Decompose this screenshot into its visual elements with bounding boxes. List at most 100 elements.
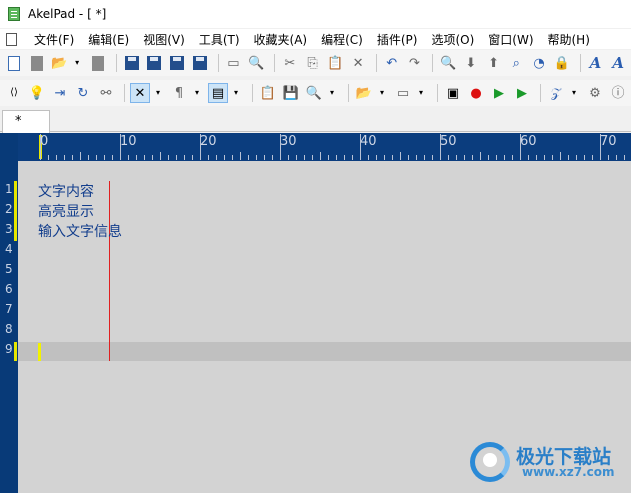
ruler-tick — [536, 155, 537, 160]
toolbar-separator — [375, 54, 377, 72]
ruler-tick — [568, 155, 569, 160]
show-pilcrow-button[interactable]: ¶ — [169, 83, 189, 103]
save-as-button[interactable] — [144, 53, 164, 73]
zoom-button[interactable]: 🔍 — [304, 83, 324, 103]
undo-button[interactable]: ↶ — [382, 53, 402, 73]
open-dropdown-button[interactable]: ▾ — [72, 53, 82, 73]
replace-button[interactable]: ⌕ — [506, 53, 526, 73]
ruler-tick — [304, 155, 305, 160]
menu-tools[interactable]: 工具(T) — [192, 31, 247, 48]
ruler-tick — [232, 155, 233, 160]
save-button[interactable] — [122, 53, 142, 73]
text-line-3[interactable]: 输入文字信息 — [38, 221, 122, 241]
macro-play-button[interactable]: ▶ — [489, 83, 509, 103]
save-all-button[interactable] — [167, 53, 187, 73]
menu-edit[interactable]: 编辑(E) — [81, 31, 136, 48]
menu-plugins[interactable]: 插件(P) — [370, 31, 425, 48]
ruler-tick — [344, 155, 345, 160]
ruler-tick — [488, 155, 489, 160]
layout-button[interactable]: ▤ — [208, 83, 228, 103]
menu-favorites[interactable]: 收藏夹(A) — [247, 31, 315, 48]
line-number: 8 — [5, 322, 13, 336]
print-preview-button[interactable]: 🔍 — [246, 53, 266, 73]
line-number: 9 — [5, 342, 13, 356]
new-window-button[interactable] — [27, 53, 47, 73]
delete-button[interactable]: ✕ — [348, 53, 368, 73]
ruler-tick — [64, 155, 65, 160]
menu-help[interactable]: 帮助(H) — [541, 31, 597, 48]
ruler-tick — [480, 152, 481, 160]
new-file-button[interactable] — [4, 53, 24, 73]
macro-record-button[interactable]: ● — [466, 83, 486, 103]
save-session-button[interactable] — [190, 53, 210, 73]
goto-button[interactable]: ◔ — [529, 53, 549, 73]
menu-coding[interactable]: 编程(C) — [314, 31, 370, 48]
recent-folder-dropdown[interactable]: ▾ — [377, 83, 387, 103]
text-line-1[interactable]: 文字内容 — [38, 181, 94, 201]
close-file-button[interactable] — [88, 53, 108, 73]
field-button[interactable]: ▭ — [393, 83, 413, 103]
zoom-icon: 🔍 — [305, 85, 323, 101]
document-icon[interactable] — [6, 32, 17, 46]
title-bar: AkelPad - [ *] — [0, 0, 631, 28]
find-next-button[interactable]: ⬇ — [461, 53, 481, 73]
script-dropdown[interactable]: ▾ — [569, 83, 579, 103]
highlight-button[interactable]: 💡 — [27, 83, 47, 103]
about-button[interactable]: ⓘ — [608, 83, 628, 103]
recent-folder-button[interactable]: 📂 — [354, 83, 374, 103]
save-all-icon — [170, 56, 185, 70]
ruler-tick — [88, 155, 89, 160]
open-button[interactable]: 📂 — [49, 53, 69, 73]
script-button[interactable]: 𝒵 — [546, 83, 566, 103]
pilcrow-dropdown[interactable]: ▾ — [192, 83, 202, 103]
paste-icon: 📋 — [327, 55, 344, 71]
copy-button[interactable]: ⎘ — [303, 53, 323, 73]
refresh-button[interactable]: ↻ — [73, 83, 93, 103]
find-button[interactable]: 🔍 — [438, 53, 458, 73]
redo-button[interactable]: ↷ — [405, 53, 425, 73]
record-icon: ● — [470, 85, 482, 101]
ruler-tick — [96, 155, 97, 160]
print-button[interactable]: ▭ — [224, 53, 244, 73]
font-style-button[interactable]: A — [608, 53, 628, 73]
find-previous-button[interactable]: ⬆ — [484, 53, 504, 73]
save-copy-button[interactable]: 💾 — [281, 83, 301, 103]
close-file-icon — [91, 55, 104, 71]
ruler-tick — [144, 155, 145, 160]
text-line-2[interactable]: 高亮显示 — [38, 201, 94, 221]
macro-run-button[interactable]: ▶ — [512, 83, 532, 103]
paste-button[interactable]: 📋 — [325, 53, 345, 73]
tag-button[interactable]: ⟨⟩ — [4, 83, 24, 103]
lock-button[interactable]: 🔒 — [552, 53, 572, 73]
ruler-tick — [296, 155, 297, 160]
layout-icon: ▤ — [211, 85, 225, 101]
zoom-dropdown[interactable]: ▾ — [327, 83, 337, 103]
chevron-down-icon: ▾ — [418, 88, 423, 97]
line-number-gutter: 1 2 3 4 5 6 7 8 9 — [0, 161, 18, 493]
menu-view[interactable]: 视图(V) — [136, 31, 192, 48]
layout-dropdown[interactable]: ▾ — [231, 83, 241, 103]
ruler-tick — [248, 155, 249, 160]
ruler-tick — [416, 155, 417, 160]
menu-window[interactable]: 窗口(W) — [481, 31, 540, 48]
ruler-tick — [456, 155, 457, 160]
menu-options[interactable]: 选项(O) — [424, 31, 481, 48]
clipboard-button[interactable]: 📋 — [258, 83, 278, 103]
connect-button[interactable]: ⚯ — [96, 83, 116, 103]
word-wrap-dropdown[interactable]: ▾ — [153, 83, 163, 103]
ruler-tick — [40, 134, 41, 160]
toolbar-separator — [437, 84, 438, 102]
cut-button[interactable]: ✂ — [280, 53, 300, 73]
word-wrap-button[interactable]: ✕ — [130, 83, 150, 103]
font-button[interactable]: A — [586, 53, 606, 73]
settings-button[interactable]: ⚙ — [585, 83, 605, 103]
ruler-label: 10 — [120, 134, 137, 149]
tab-untitled[interactable]: * — [2, 110, 50, 133]
macro-stop-button[interactable]: ▣ — [443, 83, 463, 103]
insert-button[interactable]: ⇥ — [50, 83, 70, 103]
chevron-down-icon: ▾ — [571, 88, 576, 97]
menu-file[interactable]: 文件(F) — [27, 31, 81, 48]
field-dropdown[interactable]: ▾ — [416, 83, 426, 103]
insert-icon: ⇥ — [54, 85, 66, 101]
ruler-tick — [576, 155, 577, 160]
